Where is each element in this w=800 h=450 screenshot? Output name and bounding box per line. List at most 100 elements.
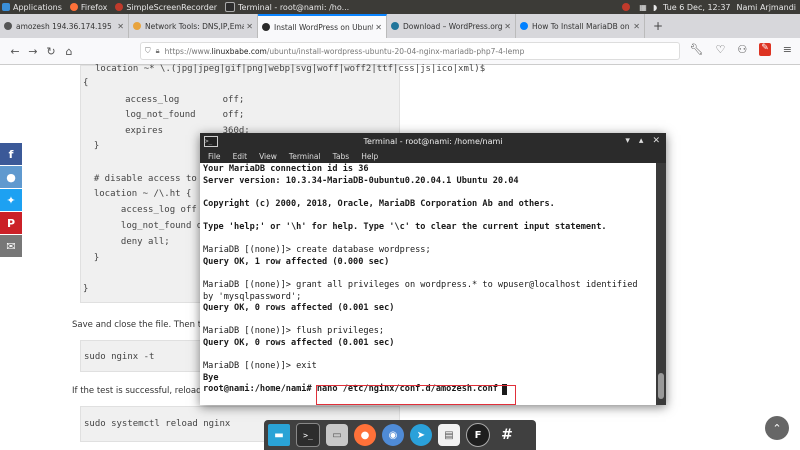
terminal-line: MariaDB [(none)]> create database wordpr…	[203, 245, 431, 256]
terminal-titlebar[interactable]: >_ Terminal - root@nami: /home/nami ▾ ▴ …	[200, 133, 666, 149]
volume-icon[interactable]: ◗	[653, 3, 657, 12]
shield-icon[interactable]: ⛉	[145, 46, 151, 56]
terminal-line: MariaDB [(none)]> exit	[203, 361, 317, 372]
firefox-icon[interactable]: ●	[354, 424, 376, 446]
close-tab-icon[interactable]: ✕	[375, 23, 382, 32]
forward-icon[interactable]: →	[24, 45, 42, 58]
dock: ▬ >_ ▭ ● ◉ ➤ ▤ F #	[264, 420, 536, 450]
menu-file[interactable]: File	[208, 152, 221, 161]
f-app-icon[interactable]: F	[466, 423, 490, 447]
menu-help[interactable]: Help	[361, 152, 378, 161]
code-line: }	[83, 253, 100, 263]
twitter-icon: ✦	[6, 193, 16, 207]
pocket-icon[interactable]: ♡	[715, 43, 725, 56]
lock-icon[interactable]: 🔒︎	[156, 46, 160, 56]
close-icon[interactable]: ✕	[652, 136, 660, 146]
telegram-icon[interactable]: ➤	[410, 424, 432, 446]
url-bar[interactable]: ⛉ 🔒︎ https://www. linuxbabe.com/ubuntu/in…	[140, 42, 680, 60]
extension-icon[interactable]: ✎	[759, 43, 771, 56]
close-tab-icon[interactable]: ✕	[246, 22, 253, 31]
terminal-title: Terminal - root@nami: /home/nami	[363, 136, 503, 146]
code-line: log_not_found o	[83, 221, 203, 231]
network-icon[interactable]: ▦	[639, 3, 647, 12]
paragraph-test-successful: If the test is successful, reload	[72, 386, 202, 396]
tab-amozesh[interactable]: amozesh 194.36.174.195 ✕	[0, 14, 129, 38]
code-line: }	[83, 284, 89, 294]
scrollbar-thumb[interactable]	[658, 373, 664, 399]
chromium-icon[interactable]: ◉	[382, 424, 404, 446]
tab-favicon-icon	[4, 22, 12, 30]
terminal-line: Bye	[203, 372, 219, 383]
terminal-window[interactable]: >_ Terminal - root@nami: /home/nami ▾ ▴ …	[200, 133, 666, 405]
close-tab-icon[interactable]: ✕	[504, 22, 511, 31]
code-line: # disable access to	[83, 174, 197, 184]
chevron-up-icon: ⌃	[772, 421, 782, 435]
facebook-icon: f	[8, 147, 14, 161]
account-icon[interactable]: ⚇	[737, 43, 747, 56]
panel-item-firefox[interactable]: Firefox	[69, 2, 108, 12]
panel-item-label: Firefox	[80, 2, 108, 12]
command-highlight-box	[316, 385, 516, 405]
record-icon[interactable]	[622, 3, 631, 11]
back-icon[interactable]: ←	[6, 45, 24, 58]
share-pinterest-button[interactable]: P	[0, 212, 22, 234]
reload-icon[interactable]: ↻	[42, 45, 60, 58]
close-tab-icon[interactable]: ✕	[633, 22, 640, 31]
close-tab-icon[interactable]: ✕	[117, 22, 124, 31]
text-editor-icon[interactable]: ▤	[438, 424, 460, 446]
applications-menu[interactable]: Applications	[2, 3, 62, 12]
minimize-icon[interactable]: ▾	[625, 136, 630, 146]
terminal-icon[interactable]: >_	[296, 423, 320, 447]
scroll-to-top-button[interactable]: ⌃	[765, 416, 789, 440]
folder-icon[interactable]: ▭	[326, 424, 348, 446]
restore-icon[interactable]: ▴	[639, 136, 644, 146]
terminal-line: MariaDB [(none)]> flush privileges;	[203, 326, 385, 337]
terminal-icon	[225, 2, 236, 12]
menu-terminal[interactable]: Terminal	[289, 152, 321, 161]
wrench-icon[interactable]: 🔧︎	[690, 43, 704, 56]
url-path: /ubuntu/install-wordpress-ubuntu-20-04-n…	[266, 46, 525, 56]
tab-install-wordpress[interactable]: Install WordPress on Ubuntu ✕	[258, 14, 387, 38]
menu-edit[interactable]: Edit	[233, 152, 248, 161]
code-line: {	[83, 78, 89, 88]
tab-install-mariadb[interactable]: How To Install MariaDB on ✕	[516, 14, 645, 38]
terminal-line: Query OK, 0 rows affected (0.001 sec)	[203, 303, 395, 314]
home-icon[interactable]: ⌂	[60, 45, 78, 58]
code-line: access_log off;	[98, 95, 245, 105]
code-line: sudo nginx -t	[84, 352, 155, 362]
terminal-output[interactable]: Your MariaDB connection id is 36 Server v…	[200, 163, 656, 405]
terminal-line: Query OK, 0 rows affected (0.001 sec)	[203, 338, 395, 348]
share-reddit-button[interactable]: ●	[0, 166, 22, 188]
desktop-icon[interactable]: ▬	[268, 424, 290, 446]
panel-item-recorder[interactable]: SimpleScreenRecorder	[115, 3, 217, 12]
tab-download-wordpress[interactable]: Download – WordPress.org ✕	[387, 14, 516, 38]
tab-favicon-icon	[133, 22, 141, 30]
tab-bar: amozesh 194.36.174.195 ✕ Network Tools: …	[0, 14, 800, 38]
paragraph-save-close: Save and close the file. Then te	[72, 320, 207, 330]
pinterest-icon: P	[6, 216, 16, 230]
hashtag-icon[interactable]: #	[496, 424, 518, 446]
share-email-button[interactable]: ✉	[0, 235, 22, 257]
url-prefix: https://www.	[164, 46, 212, 56]
url-domain: linuxbabe.com	[211, 46, 267, 56]
share-twitter-button[interactable]: ✦	[0, 189, 22, 211]
terminal-scrollbar[interactable]	[656, 163, 666, 405]
terminal-line: Type 'help;' or '\h' for help. Type '\c'…	[203, 222, 607, 232]
code-line: deny all;	[83, 237, 170, 247]
new-tab-button[interactable]: +	[645, 14, 671, 38]
terminal-line: Server version: 10.3.34-MariaDB-0ubuntu0…	[203, 175, 519, 186]
top-panel: Applications Firefox SimpleScreenRecorde…	[0, 0, 800, 14]
menu-icon[interactable]: ≡	[783, 43, 792, 56]
panel-item-terminal[interactable]: Terminal - root@nami: /ho...	[225, 2, 349, 12]
menu-tabs[interactable]: Tabs	[333, 152, 350, 161]
user-menu[interactable]: Nami Arjmandi	[737, 3, 797, 12]
tab-network-tools[interactable]: Network Tools: DNS,IP,Email ✕	[129, 14, 258, 38]
code-line: log_not_found off;	[98, 110, 245, 120]
code-line: access_log off	[83, 205, 197, 215]
clock[interactable]: Tue 6 Dec, 12:37	[663, 3, 730, 12]
menu-view[interactable]: View	[259, 152, 277, 161]
terminal-line: MariaDB [(none)]> grant all privileges o…	[203, 280, 638, 290]
nav-toolbar: ← → ↻ ⌂ ⛉ 🔒︎ https://www. linuxbabe.com/u…	[0, 38, 800, 65]
share-facebook-button[interactable]: f	[0, 143, 22, 165]
tab-label: Install WordPress on Ubuntu	[274, 22, 374, 32]
